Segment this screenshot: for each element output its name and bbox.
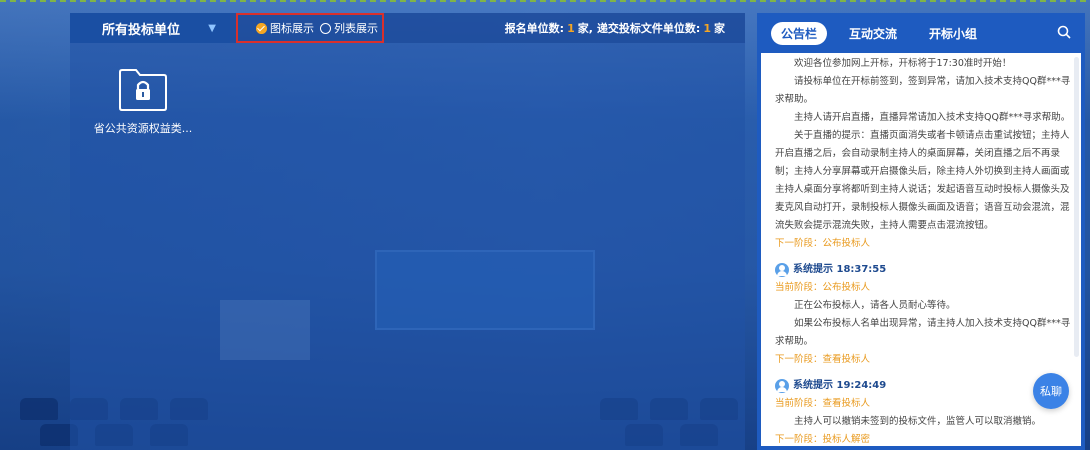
radio-checked-icon: [256, 22, 267, 34]
message-next-stage: 下一阶段：投标人解密: [775, 434, 871, 445]
message-line: 正在公布投标人，请各人员耐心等待。: [794, 300, 956, 311]
seat: [20, 398, 58, 420]
view-list-label: 列表展示: [334, 22, 378, 35]
main-panel: 所有投标单位 ▼ 图标展示 列表展示 报名单位数: 1 家, 递交投标文件单位数…: [70, 13, 745, 450]
unit-select-dropdown[interactable]: 所有投标单位 ▼: [70, 13, 230, 43]
side-tabs: 公告栏 互动交流 开标小组: [761, 13, 1081, 53]
tab-notice-board[interactable]: 公告栏: [771, 21, 828, 45]
message-header: 系统提示 19:24:49: [775, 377, 1073, 395]
view-icon-radio[interactable]: 图标展示: [256, 20, 314, 36]
notice-line: 关于直播的提示：直播页面消失或者卡顿请点击重试按钮；主持人开启直播之后，会自动录…: [775, 130, 1070, 231]
tab-opening-team[interactable]: 开标小组: [919, 22, 987, 45]
search-icon[interactable]: [1057, 24, 1071, 43]
message-current-stage: 当前阶段：公布投标人: [775, 282, 871, 293]
unit-select-label: 所有投标单位: [102, 22, 181, 38]
notice-line: 主持人请开启直播，直播异常请加入技术支持QQ群***寻求帮助。: [794, 112, 1071, 123]
notice-line: 请投标单位在开标前签到，签到异常，请加入技术支持QQ群***寻求帮助。: [775, 76, 1071, 105]
bidder-folder[interactable]: 省公共资源权益类...: [88, 68, 198, 136]
view-list-radio[interactable]: 列表展示: [320, 20, 378, 36]
folder-label: 省公共资源权益类...: [93, 122, 193, 135]
registered-unit: 家,: [577, 22, 593, 35]
submitted-count: 1: [703, 21, 711, 35]
toolbar: 所有投标单位 ▼ 图标展示 列表展示 报名单位数: 1 家, 递交投标文件单位数…: [70, 13, 745, 43]
system-message: 系统提示 19:24:49 当前阶段：查看投标人 主持人可以撤销未签到的投标文件…: [775, 377, 1073, 446]
avatar-icon: [775, 263, 789, 277]
registered-label: 报名单位数:: [504, 22, 565, 35]
scrollbar[interactable]: [1074, 57, 1079, 357]
registered-count: 1: [567, 21, 575, 35]
message-title: 系统提示 18:37:55: [793, 264, 887, 275]
tab-interaction[interactable]: 互动交流: [839, 22, 907, 45]
message-next-stage: 下一阶段：查看投标人: [775, 354, 871, 365]
message-line: 主持人可以撤销未签到的投标文件，监管人可以取消撤销。: [794, 416, 1042, 427]
side-panel: 公告栏 互动交流 开标小组 欢迎各位参加网上开标，开标将于17:30准时开始！ …: [757, 13, 1085, 450]
caret-down-icon: ▼: [208, 22, 216, 34]
notice-next-stage: 下一阶段：公布投标人: [775, 238, 871, 249]
locked-folder-icon: [119, 69, 167, 111]
view-mode-toggle: 图标展示 列表展示: [236, 13, 384, 43]
message-current-stage: 当前阶段：查看投标人: [775, 398, 871, 409]
notice-line: 欢迎各位参加网上开标，开标将于17:30准时开始！: [794, 58, 1012, 69]
radio-unchecked-icon: [320, 22, 331, 34]
submitted-label: 递交投标文件单位数:: [596, 22, 701, 35]
message-line: 如果公布投标人名单出现异常，请主持人加入技术支持QQ群***寻求帮助。: [775, 318, 1071, 347]
message-title: 系统提示 19:24:49: [793, 380, 887, 391]
private-chat-button[interactable]: 私聊: [1033, 373, 1069, 409]
unit-counts: 报名单位数: 1 家, 递交投标文件单位数: 1 家: [505, 13, 725, 43]
top-dashed-line: [0, 0, 1090, 2]
message-header: 系统提示 18:37:55: [775, 261, 1073, 279]
view-icon-label: 图标展示: [270, 22, 314, 35]
submitted-unit: 家: [714, 22, 725, 35]
system-message: 系统提示 18:37:55 当前阶段：公布投标人 正在公布投标人，请各人员耐心等…: [775, 261, 1073, 369]
avatar-icon: [775, 379, 789, 393]
